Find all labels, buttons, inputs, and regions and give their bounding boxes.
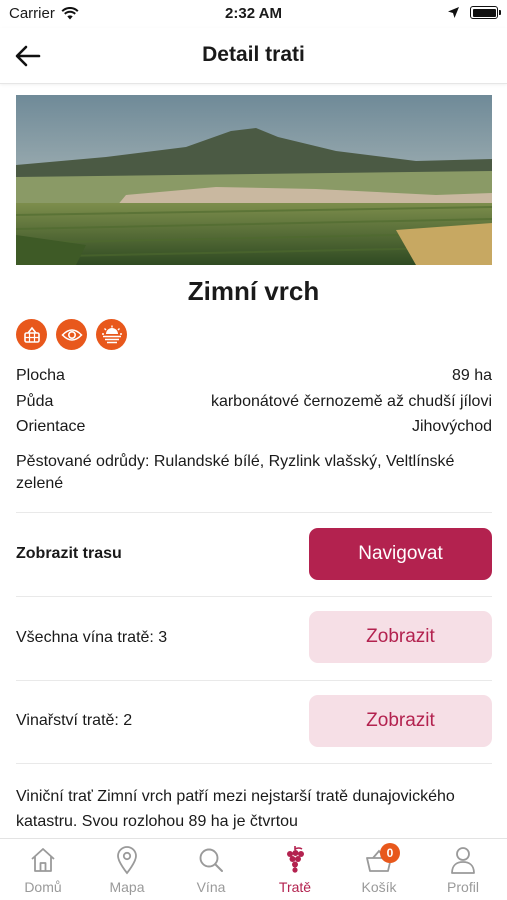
property-label: Plocha bbox=[16, 367, 65, 384]
tab-label: Vína bbox=[196, 879, 226, 895]
property-label: Půda bbox=[16, 392, 54, 410]
show-wines-button[interactable]: Zobrazit bbox=[309, 611, 492, 663]
tab-home[interactable]: Domů bbox=[1, 845, 85, 895]
tab-map[interactable]: Mapa bbox=[85, 845, 169, 895]
divider bbox=[16, 512, 492, 513]
tab-wines[interactable]: Vína bbox=[169, 845, 253, 895]
clock: 2:32 AM bbox=[225, 5, 282, 22]
navigate-button[interactable]: Navigovat bbox=[309, 528, 492, 580]
cart-badge: 0 bbox=[380, 843, 400, 863]
tab-label: Profil bbox=[447, 879, 479, 895]
grape-varieties: Pěstované odrůdy: Rulandské bílé, Ryzlink… bbox=[16, 451, 456, 495]
vineyard-name: Zimní vrch bbox=[187, 276, 320, 306]
home-icon bbox=[31, 848, 55, 872]
basket-icon bbox=[16, 319, 47, 350]
grapes-icon bbox=[287, 846, 304, 873]
detail-content[interactable]: Zimní vrch Plocha 89 ha Půda karbonátové… bbox=[0, 85, 507, 838]
tab-label: Tratě bbox=[278, 879, 312, 895]
battery-icon bbox=[470, 6, 501, 19]
tab-cart[interactable]: 0 Košík bbox=[337, 843, 421, 895]
property-label: Orientace bbox=[16, 418, 86, 435]
eye-icon bbox=[56, 319, 87, 350]
route-label: Zobrazit trasu bbox=[16, 545, 122, 562]
tab-vineyards[interactable]: Tratě bbox=[253, 845, 337, 895]
profile-icon bbox=[451, 847, 475, 874]
tab-profile[interactable]: Profil bbox=[421, 845, 505, 895]
property-value: karbonátové černozemě až chudší jílovi bbox=[210, 392, 492, 410]
sun-field-icon bbox=[96, 319, 127, 350]
map-pin-icon bbox=[117, 846, 137, 875]
search-icon bbox=[199, 848, 223, 872]
varieties-label: Pěstované odrůdy: bbox=[16, 453, 150, 470]
divider bbox=[16, 680, 492, 681]
feature-icons bbox=[16, 319, 127, 350]
tab-label: Domů bbox=[24, 879, 62, 895]
tab-bar: Domů Mapa Vína Tratě 0 Košík Profil bbox=[0, 838, 507, 900]
property-value: 89 ha bbox=[451, 367, 492, 384]
page-title: Detail trati bbox=[202, 43, 305, 66]
divider bbox=[16, 763, 492, 764]
vineyard-properties: Plocha 89 ha Půda karbonátové černozemě … bbox=[16, 365, 492, 442]
divider bbox=[16, 596, 492, 597]
tab-label: Košík bbox=[361, 879, 397, 895]
wines-count-label: Všechna vína tratě: 3 bbox=[16, 629, 168, 646]
wineries-count-label: Vinařství tratě: 2 bbox=[16, 712, 133, 729]
property-value: Jihovýchod bbox=[411, 418, 492, 435]
tab-label: Mapa bbox=[109, 879, 145, 895]
vineyard-photo bbox=[16, 95, 492, 265]
show-wineries-button[interactable]: Zobrazit bbox=[309, 695, 492, 747]
vineyard-description: Viniční trať Zimní vrch patří mezi nejst… bbox=[16, 788, 455, 830]
status-bar: Carrier 2:32 AM bbox=[0, 0, 507, 28]
property-row-soil: Půda karbonátové černozemě až chudší jíl… bbox=[16, 391, 492, 417]
property-row-area: Plocha 89 ha bbox=[16, 365, 492, 391]
property-row-orientation: Orientace Jihovýchod bbox=[16, 416, 492, 442]
location-arrow-icon bbox=[448, 7, 459, 18]
navigation-bar: Detail trati bbox=[0, 28, 507, 84]
